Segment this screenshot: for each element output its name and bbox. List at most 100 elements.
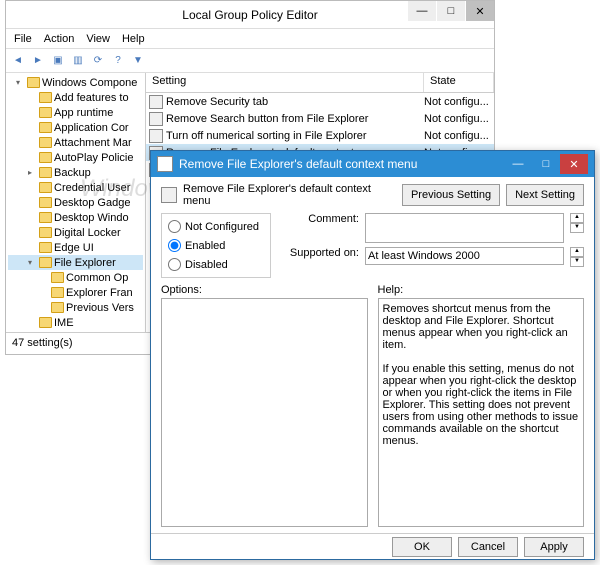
tree-item[interactable]: ▾Windows Compone: [8, 75, 143, 90]
menu-file[interactable]: File: [14, 33, 32, 45]
tree-item[interactable]: Common Op: [8, 270, 143, 285]
list-item[interactable]: Remove Security tabNot configu...: [146, 93, 494, 110]
policy-item-icon: [149, 129, 163, 143]
previous-setting-button[interactable]: Previous Setting: [402, 184, 500, 206]
tree-label: File Explorer: [54, 257, 116, 269]
folder-icon: [39, 137, 52, 148]
folder-icon: [39, 182, 52, 193]
supported-label: Supported on:: [281, 247, 359, 259]
tree-label: Previous Vers: [66, 302, 134, 314]
menu-view[interactable]: View: [86, 33, 110, 45]
tree-label: Common Op: [66, 272, 128, 284]
apply-button[interactable]: Apply: [524, 537, 584, 557]
col-state[interactable]: State: [424, 73, 494, 92]
tree-item[interactable]: Instant Search: [8, 330, 143, 332]
list-header: Setting State: [146, 73, 494, 93]
tree-item[interactable]: AutoPlay Policie: [8, 150, 143, 165]
setting-state: Not configu...: [424, 113, 494, 125]
spin-down-icon[interactable]: ▼: [570, 223, 584, 233]
help-label: Help:: [378, 284, 585, 296]
tree-item[interactable]: Digital Locker: [8, 225, 143, 240]
dialog-minimize-button[interactable]: —: [504, 154, 532, 174]
options-box[interactable]: [161, 298, 368, 527]
comment-column: Comment: ▲▼ Supported on: ▲▼: [281, 213, 584, 278]
tree-item[interactable]: ▾File Explorer: [8, 255, 143, 270]
folder-icon: [39, 122, 52, 133]
comment-input[interactable]: [365, 213, 564, 243]
tree-label: Application Cor: [54, 122, 129, 134]
gpe-titlebar[interactable]: Local Group Policy Editor — □ ✕: [6, 1, 494, 29]
tree-label: AutoPlay Policie: [54, 152, 134, 164]
tree-label: Desktop Windo: [54, 212, 129, 224]
dialog-window-controls: — □ ✕: [504, 154, 588, 174]
tree-label: Digital Locker: [54, 227, 121, 239]
filter-icon[interactable]: ▼: [130, 53, 146, 69]
gpe-window-controls: — □ ✕: [407, 1, 494, 21]
cancel-button[interactable]: Cancel: [458, 537, 518, 557]
tree-label: IME: [54, 317, 74, 329]
spin-up-icon[interactable]: ▲: [570, 213, 584, 223]
folder-icon: [39, 242, 52, 253]
tree-item[interactable]: Previous Vers: [8, 300, 143, 315]
tree-item[interactable]: Application Cor: [8, 120, 143, 135]
gpe-menubar: File Action View Help: [6, 29, 494, 49]
list-item[interactable]: Remove Search button from File ExplorerN…: [146, 110, 494, 127]
tree-item[interactable]: App runtime: [8, 105, 143, 120]
setting-name: Remove Search button from File Explorer: [166, 113, 424, 125]
back-icon[interactable]: ◄: [10, 53, 26, 69]
policy-name: Remove File Explorer's default context m…: [183, 183, 396, 207]
tree-item[interactable]: Explorer Fran: [8, 285, 143, 300]
folder-icon: [39, 107, 52, 118]
forward-icon[interactable]: ►: [30, 53, 46, 69]
maximize-button[interactable]: □: [437, 1, 465, 21]
help-icon[interactable]: ?: [110, 53, 126, 69]
refresh-icon[interactable]: ⟳: [90, 53, 106, 69]
policy-tree[interactable]: ▾Windows Compone Add features toApp runti…: [6, 73, 146, 332]
options-label: Options:: [161, 284, 368, 296]
radio-not-configured[interactable]: Not Configured: [168, 220, 264, 233]
dialog-title-text: Remove File Explorer's default context m…: [179, 157, 504, 171]
next-setting-button[interactable]: Next Setting: [506, 184, 584, 206]
setting-name: Remove Security tab: [166, 96, 424, 108]
menu-action[interactable]: Action: [44, 33, 75, 45]
list-item[interactable]: Turn off numerical sorting in File Explo…: [146, 127, 494, 144]
folder-icon: [39, 227, 52, 238]
radio-disabled[interactable]: Disabled: [168, 258, 264, 271]
tree-item[interactable]: Credential User: [8, 180, 143, 195]
up-icon[interactable]: ▣: [50, 53, 66, 69]
spin-up-icon[interactable]: ▲: [570, 247, 584, 257]
minimize-button[interactable]: —: [408, 1, 436, 21]
tree-item[interactable]: IME: [8, 315, 143, 330]
ok-button[interactable]: OK: [392, 537, 452, 557]
folder-icon: [39, 257, 52, 268]
spin-down-icon[interactable]: ▼: [570, 257, 584, 267]
tree-item[interactable]: Desktop Gadge: [8, 195, 143, 210]
menu-help[interactable]: Help: [122, 33, 145, 45]
col-setting[interactable]: Setting: [146, 73, 424, 92]
dialog-icon: [157, 156, 173, 172]
setting-state: Not configu...: [424, 130, 494, 142]
policy-icon: [161, 187, 177, 203]
tree-item[interactable]: ▸Backup: [8, 165, 143, 180]
tree-item[interactable]: Desktop Windo: [8, 210, 143, 225]
policy-dialog: Remove File Explorer's default context m…: [150, 150, 595, 560]
tree-label: Add features to: [54, 92, 129, 104]
dialog-close-button[interactable]: ✕: [560, 154, 588, 174]
tree-item[interactable]: Attachment Mar: [8, 135, 143, 150]
close-button[interactable]: ✕: [466, 1, 494, 21]
folder-icon: [39, 92, 52, 103]
tree-label: Windows Compone: [42, 77, 137, 89]
dialog-maximize-button[interactable]: □: [532, 154, 560, 174]
radio-group: Not Configured Enabled Disabled: [161, 213, 271, 278]
tree-item[interactable]: Add features to: [8, 90, 143, 105]
tree-item[interactable]: Edge UI: [8, 240, 143, 255]
setting-state: Not configu...: [424, 96, 494, 108]
radio-enabled[interactable]: Enabled: [168, 239, 264, 252]
dialog-titlebar[interactable]: Remove File Explorer's default context m…: [151, 151, 594, 177]
gpe-toolbar: ◄ ► ▣ ▥ ⟳ ? ▼: [6, 49, 494, 73]
folder-icon: [39, 152, 52, 163]
list-icon[interactable]: ▥: [70, 53, 86, 69]
dialog-config-row: Not Configured Enabled Disabled Comment:…: [161, 213, 584, 278]
tree-label: Explorer Fran: [66, 287, 133, 299]
setting-name: Turn off numerical sorting in File Explo…: [166, 130, 424, 142]
